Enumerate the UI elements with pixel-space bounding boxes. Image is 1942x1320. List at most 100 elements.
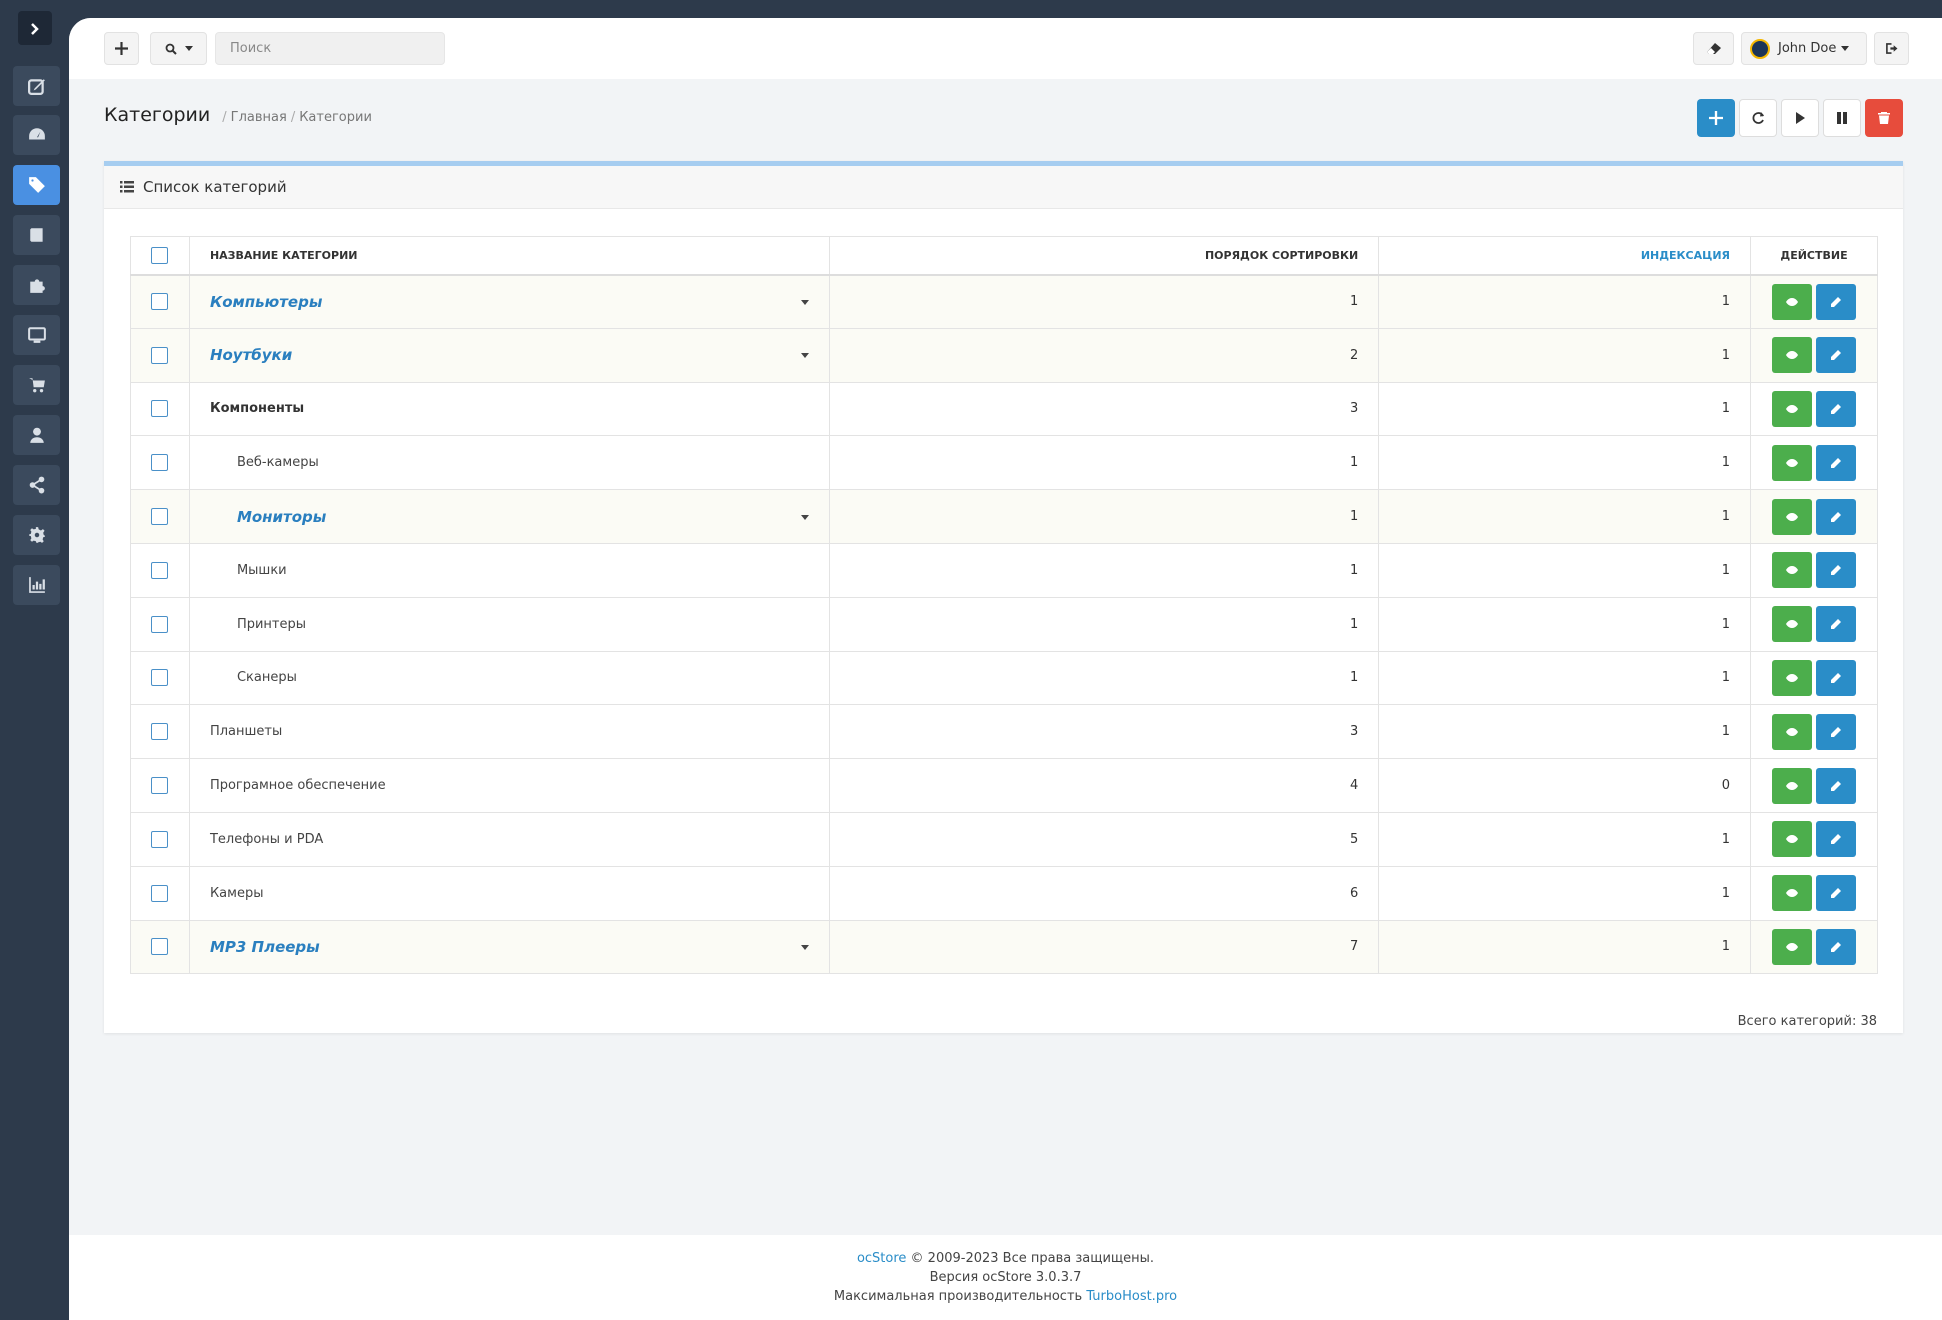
user-name: John Doe bbox=[1778, 41, 1837, 56]
category-name[interactable]: Мониторы bbox=[237, 508, 326, 526]
view-button[interactable] bbox=[1772, 875, 1812, 912]
avatar bbox=[1750, 38, 1770, 59]
expand-caret-icon[interactable] bbox=[800, 944, 809, 950]
view-button[interactable] bbox=[1772, 713, 1812, 750]
row-checkbox[interactable] bbox=[151, 293, 169, 311]
row-select-cell bbox=[130, 596, 190, 652]
edit-button[interactable] bbox=[1816, 928, 1856, 965]
view-button[interactable] bbox=[1772, 659, 1812, 696]
sidebar-item-catalog[interactable] bbox=[13, 165, 60, 205]
view-button[interactable] bbox=[1772, 928, 1812, 965]
edit-button[interactable] bbox=[1816, 875, 1856, 912]
edit-button[interactable] bbox=[1816, 498, 1856, 535]
category-name[interactable]: Компьютеры bbox=[210, 293, 322, 311]
share-icon bbox=[29, 476, 44, 494]
footer-host-link[interactable]: TurboHost.pro bbox=[1086, 1289, 1177, 1304]
view-button[interactable] bbox=[1772, 767, 1812, 804]
edit-button[interactable] bbox=[1816, 821, 1856, 858]
expand-caret-icon[interactable] bbox=[800, 299, 809, 305]
pencil-icon bbox=[1831, 726, 1841, 737]
row-select-cell bbox=[130, 811, 190, 867]
expand-caret-icon[interactable] bbox=[800, 514, 809, 520]
row-select-cell bbox=[130, 865, 190, 921]
sidebar-item-marketing[interactable] bbox=[13, 465, 60, 505]
actions-cell bbox=[1750, 542, 1878, 598]
row-checkbox[interactable] bbox=[151, 723, 169, 741]
edit-button[interactable] bbox=[1816, 283, 1856, 320]
view-button[interactable] bbox=[1772, 283, 1812, 320]
row-checkbox[interactable] bbox=[151, 454, 169, 472]
enable-button[interactable] bbox=[1781, 99, 1819, 137]
view-button[interactable] bbox=[1772, 821, 1812, 858]
view-button[interactable] bbox=[1772, 606, 1812, 643]
sidebar-item-dashboard[interactable] bbox=[13, 115, 60, 155]
view-button[interactable] bbox=[1772, 337, 1812, 374]
add-button[interactable] bbox=[104, 32, 139, 65]
indexing-cell: 1 bbox=[1378, 381, 1752, 437]
select-all-checkbox[interactable] bbox=[151, 246, 169, 264]
view-button[interactable] bbox=[1772, 552, 1812, 589]
refresh-button[interactable] bbox=[1739, 99, 1777, 137]
sort-order-cell: 5 bbox=[828, 811, 1380, 867]
category-name[interactable]: MP3 Плееры bbox=[210, 938, 320, 956]
row-checkbox[interactable] bbox=[151, 777, 169, 795]
edit-button[interactable] bbox=[1816, 444, 1856, 481]
dashboard-icon bbox=[28, 128, 45, 140]
delete-button[interactable] bbox=[1865, 99, 1903, 137]
view-button[interactable] bbox=[1772, 498, 1812, 535]
sidebar-item-design[interactable] bbox=[13, 315, 60, 355]
user-menu-button[interactable]: John Doe bbox=[1741, 32, 1867, 65]
footer-brand-link[interactable]: ocStore bbox=[857, 1251, 906, 1266]
sidebar-item-settings[interactable] bbox=[13, 515, 60, 555]
view-button[interactable] bbox=[1772, 390, 1812, 427]
sidebar-item-sales[interactable] bbox=[13, 365, 60, 405]
chevron-down-icon bbox=[1841, 46, 1850, 51]
search-type-dropdown[interactable] bbox=[150, 32, 207, 65]
sidebar-item-extensions[interactable] bbox=[13, 215, 60, 255]
edit-button[interactable] bbox=[1816, 390, 1856, 427]
row-checkbox[interactable] bbox=[151, 669, 169, 687]
sidebar bbox=[0, 0, 69, 1320]
indexing-cell: 1 bbox=[1378, 542, 1752, 598]
row-checkbox[interactable] bbox=[151, 400, 169, 418]
row-checkbox[interactable] bbox=[151, 830, 169, 848]
edit-button[interactable] bbox=[1816, 713, 1856, 750]
eye-icon bbox=[1786, 727, 1798, 736]
column-header-sort[interactable]: ПОРЯДОК СОРТИРОВКИ bbox=[828, 236, 1380, 276]
sidebar-item-customers[interactable] bbox=[13, 415, 60, 455]
row-checkbox[interactable] bbox=[151, 561, 169, 579]
page-title: Категории bbox=[104, 104, 211, 126]
category-name[interactable]: Ноутбуки bbox=[210, 346, 292, 364]
row-checkbox[interactable] bbox=[151, 346, 169, 364]
sidebar-toggle-button[interactable] bbox=[18, 11, 52, 45]
category-name-cell: Компоненты bbox=[188, 381, 830, 437]
edit-button[interactable] bbox=[1816, 767, 1856, 804]
breadcrumb-home[interactable]: Главная bbox=[231, 110, 287, 125]
column-header-index[interactable]: ИНДЕКСАЦИЯ bbox=[1378, 236, 1752, 276]
row-checkbox[interactable] bbox=[151, 884, 169, 902]
edit-button[interactable] bbox=[1816, 337, 1856, 374]
edit-button[interactable] bbox=[1816, 659, 1856, 696]
column-header-name[interactable]: НАЗВАНИЕ КАТЕГОРИИ bbox=[188, 236, 830, 276]
table-row: Компоненты 3 1 bbox=[130, 381, 1878, 437]
edit-button[interactable] bbox=[1816, 606, 1856, 643]
edit-button[interactable] bbox=[1816, 552, 1856, 589]
breadcrumb-current[interactable]: Категории bbox=[299, 110, 372, 125]
row-checkbox[interactable] bbox=[151, 615, 169, 633]
disable-button[interactable] bbox=[1823, 99, 1861, 137]
row-select-cell bbox=[130, 758, 190, 813]
indexing-cell: 0 bbox=[1378, 758, 1752, 813]
view-button[interactable] bbox=[1772, 444, 1812, 481]
search-input[interactable] bbox=[215, 32, 445, 65]
sidebar-item-reports[interactable] bbox=[13, 565, 60, 605]
row-checkbox[interactable] bbox=[151, 508, 169, 526]
expand-caret-icon[interactable] bbox=[800, 353, 809, 359]
row-checkbox[interactable] bbox=[151, 938, 169, 956]
sidebar-item-edit[interactable] bbox=[13, 66, 60, 106]
indexing-cell: 1 bbox=[1378, 596, 1752, 652]
add-category-button[interactable] bbox=[1697, 99, 1735, 137]
pencil-icon bbox=[1831, 403, 1841, 414]
logout-button[interactable] bbox=[1874, 32, 1909, 65]
sidebar-item-modules[interactable] bbox=[13, 265, 60, 305]
clear-cache-button[interactable] bbox=[1693, 32, 1734, 65]
